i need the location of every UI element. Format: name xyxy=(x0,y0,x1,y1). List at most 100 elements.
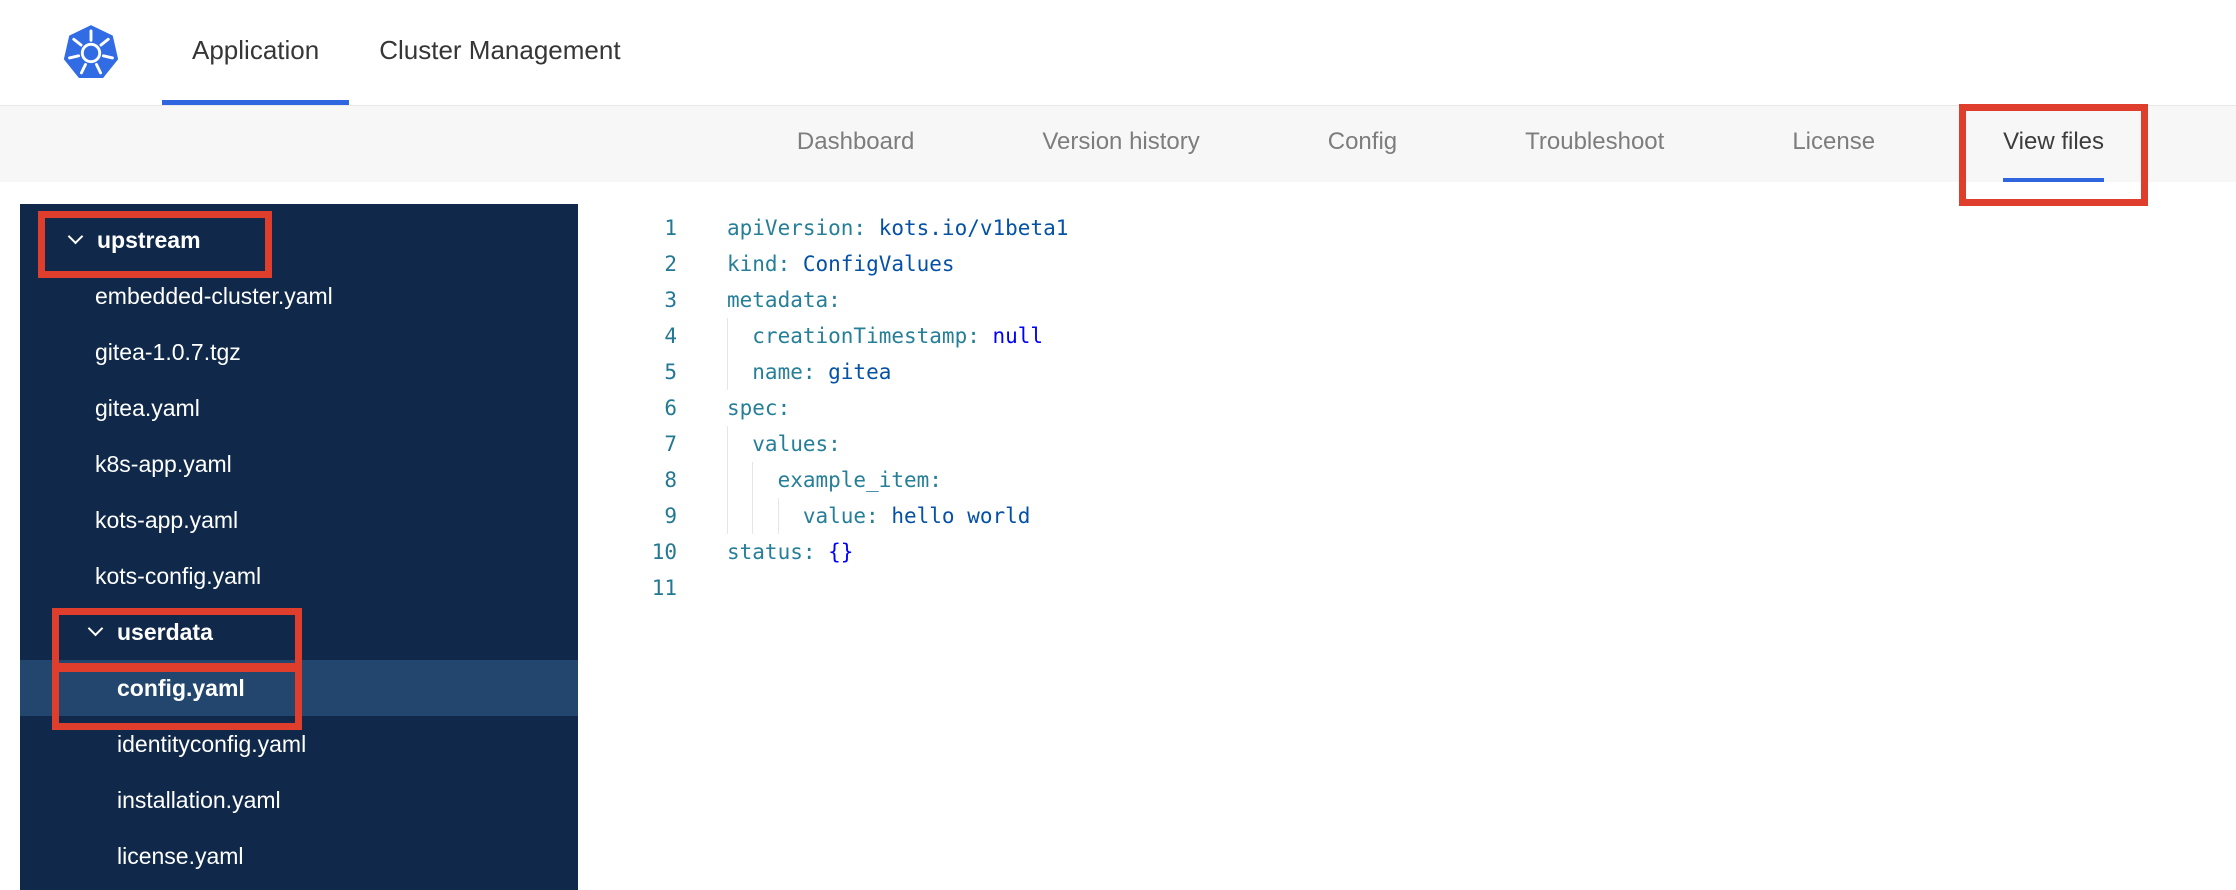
indent-guide xyxy=(727,354,752,390)
content-area: upstream embedded-cluster.yaml gitea-1.0.7… xyxy=(0,182,2236,890)
code-line-content: status: {} xyxy=(727,534,853,570)
code-line-2: 2 kind: ConfigValues xyxy=(613,246,2236,282)
token-key: status: xyxy=(727,540,816,564)
line-number: 4 xyxy=(664,324,677,348)
code-line-11: 11 xyxy=(613,570,2236,606)
line-number: 2 xyxy=(664,252,677,276)
token-key: values: xyxy=(752,432,841,456)
code-editor[interactable]: 1 apiVersion: kots.io/v1beta1 2 kind: Confi… xyxy=(613,204,2236,890)
indent-guide xyxy=(778,498,803,534)
line-number: 3 xyxy=(664,288,677,312)
token-key: creationTimestamp: xyxy=(752,324,980,348)
token-key: metadata: xyxy=(727,288,841,312)
folder-upstream[interactable]: upstream xyxy=(20,211,578,278)
indent-guide xyxy=(727,426,752,462)
indent-guide xyxy=(752,498,777,534)
subnav-item-label: View files xyxy=(2003,128,2104,155)
tree-item-label: upstream xyxy=(97,226,201,253)
code-line-3: 3 metadata: xyxy=(613,282,2236,318)
token-key: value: xyxy=(802,504,879,528)
tree-item-label: license.yaml xyxy=(117,842,244,869)
file-kots-app-yaml[interactable]: kots-app.yaml xyxy=(20,492,578,548)
subnav-item-label: Version history xyxy=(1042,128,1200,155)
file-gitea-1-0-7-tgz[interactable]: gitea-1.0.7.tgz xyxy=(20,324,578,380)
file-k8s-app-yaml[interactable]: k8s-app.yaml xyxy=(20,436,578,492)
subnav-item-license[interactable]: License xyxy=(1792,106,1875,182)
chevron-down-icon xyxy=(67,228,84,245)
code-line-4: 4 creationTimestamp: null xyxy=(613,318,2236,354)
code-line-5: 5 name: gitea xyxy=(613,354,2236,390)
token-val: hello world xyxy=(878,504,1031,528)
folder-userdata[interactable]: userdata xyxy=(20,604,578,670)
tree-item-label: installation.yaml xyxy=(117,786,281,813)
tree-item-label: gitea.yaml xyxy=(95,394,200,421)
tree-item-label: config.yaml xyxy=(117,674,245,701)
tab-cluster-management[interactable]: Cluster Management xyxy=(349,0,650,105)
indent-guide xyxy=(727,498,752,534)
indent-guide xyxy=(752,462,777,498)
code-line-1: 1 apiVersion: kots.io/v1beta1 xyxy=(613,210,2236,246)
code-line-content: values: xyxy=(727,426,841,462)
code-line-content: name: gitea xyxy=(727,354,891,390)
tree-item-label: k8s-app.yaml xyxy=(95,450,232,477)
token-key: name: xyxy=(752,360,816,384)
subnav-item-view-files[interactable]: View files xyxy=(1959,104,2148,206)
code-line-6: 6 spec: xyxy=(613,390,2236,426)
subnav-item-config[interactable]: Config xyxy=(1328,106,1397,182)
file-tree-sidebar: upstream embedded-cluster.yaml gitea-1.0.7… xyxy=(20,204,578,890)
code-line-content: creationTimestamp: null xyxy=(727,318,1043,354)
top-header: Application Cluster Management xyxy=(0,0,2236,106)
subnav-item-label: Dashboard xyxy=(796,128,915,155)
code-line-content: value: hello world xyxy=(727,498,1031,534)
file-installation-yaml[interactable]: installation.yaml xyxy=(20,772,578,828)
chevron-down-icon xyxy=(87,620,104,637)
indent-guide xyxy=(727,318,752,354)
header-tabs: Application Cluster Management xyxy=(162,0,651,105)
code-line-7: 7 values: xyxy=(613,426,2236,462)
line-number: 1 xyxy=(664,216,677,240)
file-identityconfig-yaml[interactable]: identityconfig.yaml xyxy=(20,716,578,772)
app-subnav: Dashboard Version history Config Troublesho… xyxy=(0,104,2236,206)
token-val: kots.io/v1beta1 xyxy=(866,216,1069,240)
subnav-item-label: License xyxy=(1792,128,1876,155)
token-val: gitea xyxy=(815,360,892,384)
kots-admin-console: Application Cluster Management Dashboard V… xyxy=(0,0,2236,890)
code-line-9: 9 value: hello world xyxy=(613,498,2236,534)
token-kw: null xyxy=(979,324,1044,348)
subnav-item-dashboard[interactable]: Dashboard xyxy=(797,106,914,182)
file-license-yaml[interactable]: license.yaml xyxy=(20,828,578,884)
line-number: 8 xyxy=(664,468,677,492)
indent-guide xyxy=(727,462,752,498)
token-kw: {} xyxy=(815,540,854,564)
code-line-content: spec: xyxy=(727,390,790,426)
token-val: ConfigValues xyxy=(790,252,955,276)
line-number: 7 xyxy=(664,432,677,456)
code-line-content: example_item: xyxy=(727,462,942,498)
token-key: kind: xyxy=(727,252,791,276)
tab-application[interactable]: Application xyxy=(162,0,350,105)
subnav-item-troubleshoot[interactable]: Troubleshoot xyxy=(1525,106,1664,182)
subnav-item-label: Troubleshoot xyxy=(1525,128,1665,155)
code-line-10: 10 status: {} xyxy=(613,534,2236,570)
line-number: 5 xyxy=(664,360,677,384)
token-key: spec: xyxy=(727,396,791,420)
code-line-content: apiVersion: kots.io/v1beta1 xyxy=(727,210,1068,246)
kubernetes-helm-icon xyxy=(63,24,119,78)
token-key: apiVersion: xyxy=(727,216,867,240)
token-key: example_item: xyxy=(777,468,942,492)
code-line-8: 8 example_item: xyxy=(613,462,2236,498)
tree-item-label: userdata xyxy=(117,618,213,645)
line-number: 9 xyxy=(664,504,677,528)
file-kots-config-yaml[interactable]: kots-config.yaml xyxy=(20,548,578,604)
tree-item-label: identityconfig.yaml xyxy=(117,730,307,757)
line-number: 11 xyxy=(651,576,677,600)
file-config-yaml[interactable]: config.yaml xyxy=(20,660,578,730)
subnav-item-version-history[interactable]: Version history xyxy=(1042,106,1199,182)
file-gitea-yaml[interactable]: gitea.yaml xyxy=(20,380,578,436)
tree-item-label: kots-config.yaml xyxy=(95,562,262,589)
tree-item-label: embedded-cluster.yaml xyxy=(95,282,333,309)
code-line-content: kind: ConfigValues xyxy=(727,246,955,282)
file-embedded-cluster-yaml[interactable]: embedded-cluster.yaml xyxy=(20,268,578,324)
line-number: 10 xyxy=(651,540,677,564)
code-line-content: metadata: xyxy=(727,282,841,318)
